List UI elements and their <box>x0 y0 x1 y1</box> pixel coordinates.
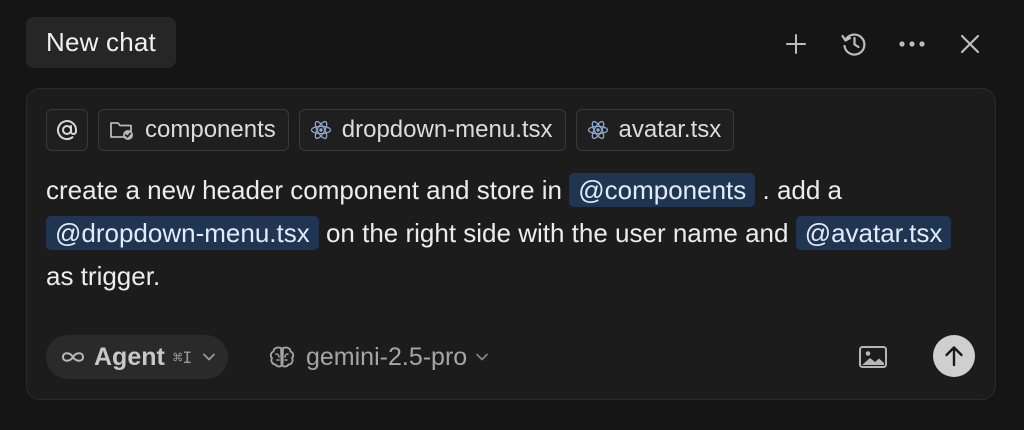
react-icon <box>587 119 609 141</box>
send-button[interactable] <box>933 335 975 377</box>
mention-avatar[interactable]: @avatar.tsx <box>795 216 952 250</box>
mode-label: Agent <box>94 342 165 371</box>
chat-composer[interactable]: components dropdown-menu.tsx avatar.tsx … <box>26 88 996 400</box>
message-text: . add a <box>755 175 843 205</box>
context-chip-dropdown-menu[interactable]: dropdown-menu.tsx <box>298 109 566 151</box>
chip-label: dropdown-menu.tsx <box>341 116 553 143</box>
model-select[interactable]: gemini-2.5-pro <box>268 335 489 379</box>
close-button[interactable] <box>950 24 990 64</box>
arrow-up-icon <box>945 346 963 367</box>
message-text: on the right side with the user name and <box>318 218 796 248</box>
composer-footer: Agent ⌘I gemini-2.5-pro <box>46 335 975 379</box>
at-icon <box>57 120 77 141</box>
chevron-down-icon <box>202 352 216 362</box>
history-button[interactable] <box>834 24 874 64</box>
message-text: as trigger. <box>46 261 161 291</box>
infinity-icon <box>61 352 85 362</box>
folder-icon <box>109 118 135 142</box>
mention-components[interactable]: @components <box>569 173 756 207</box>
chevron-down-icon <box>475 352 489 362</box>
message-input[interactable]: create a new header component and store … <box>46 169 976 298</box>
new-chat-button[interactable] <box>776 24 816 64</box>
context-chip-avatar[interactable]: avatar.tsx <box>575 109 735 151</box>
tab-new-chat[interactable]: New chat <box>26 17 176 68</box>
context-chips: components dropdown-menu.tsx avatar.tsx <box>46 109 735 151</box>
context-chip-components[interactable]: components <box>98 109 289 151</box>
chip-label: components <box>145 116 276 143</box>
attach-image-button[interactable] <box>855 339 891 375</box>
brain-icon <box>269 346 295 368</box>
history-icon <box>841 33 866 56</box>
model-label: gemini-2.5-pro <box>306 342 468 371</box>
chip-label: avatar.tsx <box>618 116 722 143</box>
image-icon <box>859 346 887 368</box>
mode-shortcut: ⌘I <box>172 347 193 367</box>
more-button[interactable] <box>892 24 932 64</box>
chat-header: New chat <box>0 0 1024 86</box>
agent-mode-select[interactable]: Agent ⌘I <box>46 335 229 379</box>
react-icon <box>310 119 332 141</box>
message-text: create a new header component and store … <box>46 175 570 205</box>
tab-title: New chat <box>46 27 156 57</box>
more-icon <box>899 41 925 47</box>
add-context-button[interactable] <box>46 109 88 151</box>
header-actions <box>776 24 990 64</box>
mention-dropdown-menu[interactable]: @dropdown-menu.tsx <box>46 216 319 250</box>
plus-icon <box>786 34 806 54</box>
close-icon <box>960 34 980 54</box>
